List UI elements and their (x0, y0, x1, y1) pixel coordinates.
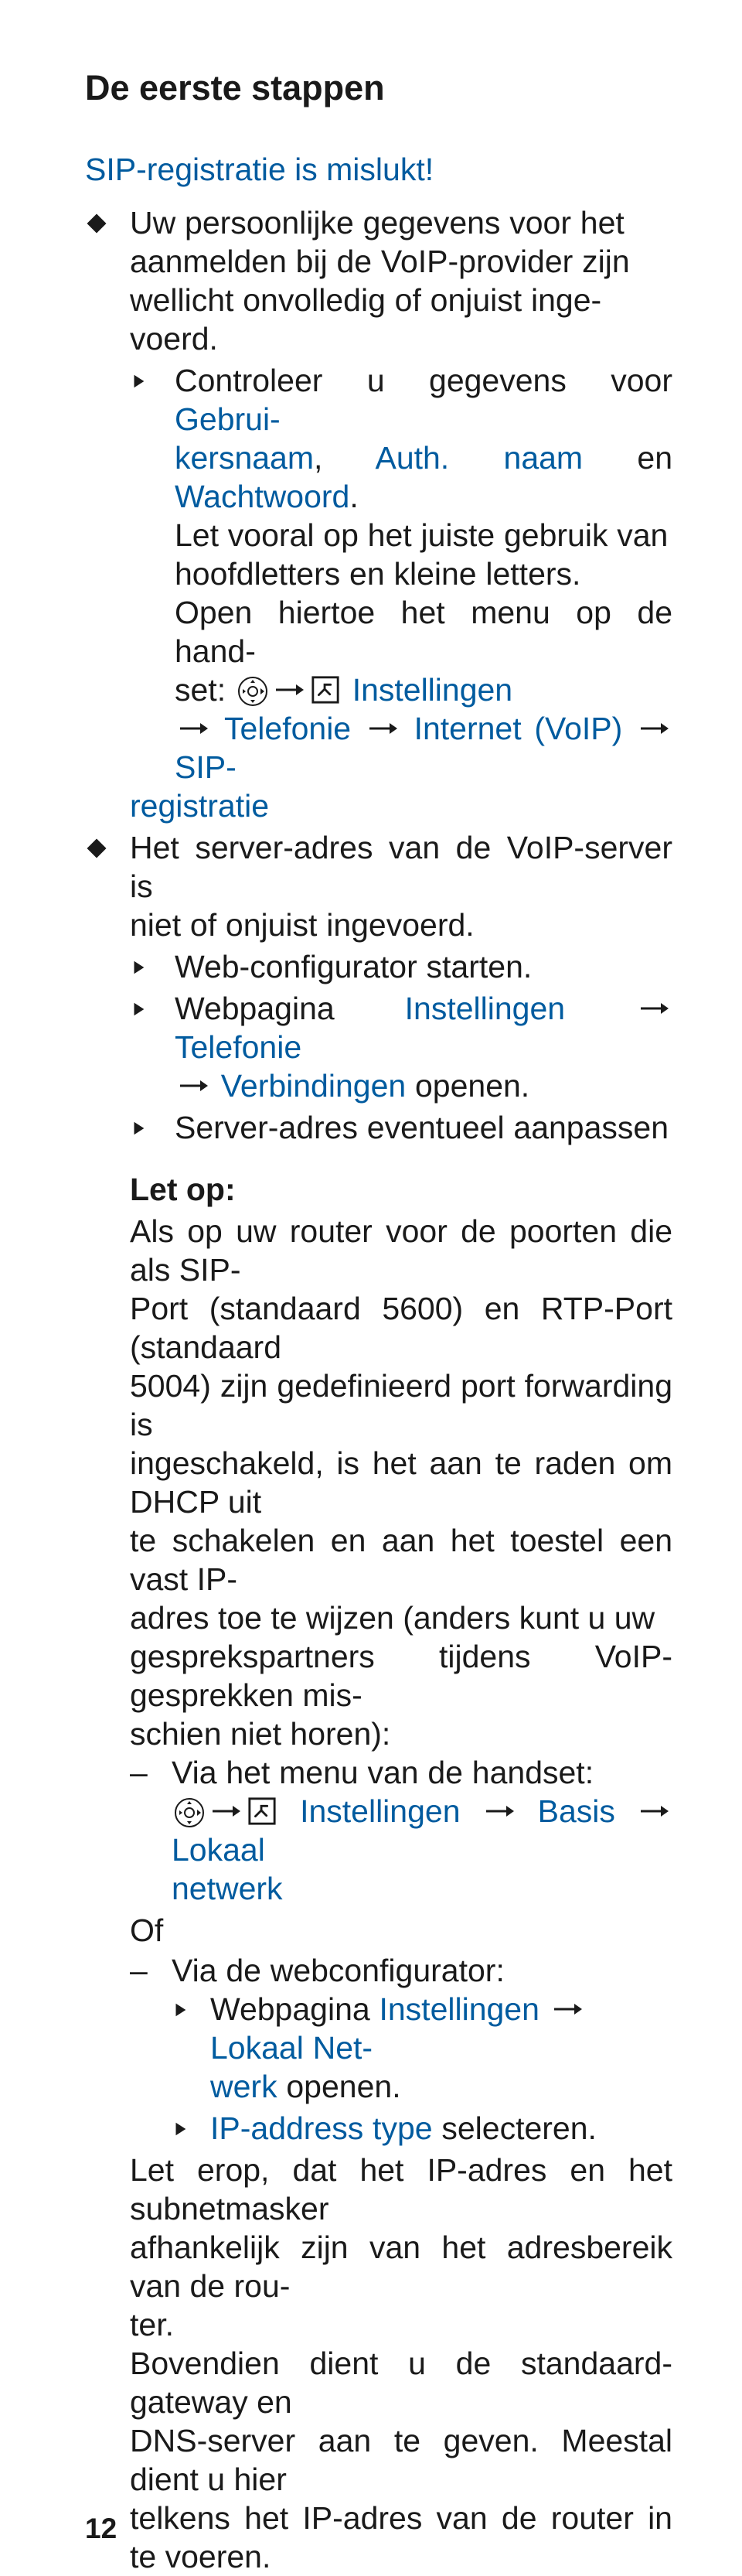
item-text: Uw persoonlijke gegevens voor het aanmel… (130, 203, 672, 358)
arrow-icon (175, 1068, 212, 1104)
notice-title: Let op: (130, 1170, 672, 1209)
arrow-icon (549, 1991, 586, 2027)
notice-text: Let erop, dat het IP-adres en het subnet… (130, 2151, 672, 2576)
sub-item: Controleer u gegevens voor Gebrui- kersn… (130, 361, 672, 825)
dpad-icon (172, 1793, 207, 1829)
section-title: SIP-registratie is mislukt! (85, 152, 672, 188)
or-label: Of (130, 1911, 672, 1950)
notice-text: Als op uw router voor de poorten die als… (130, 1212, 672, 1753)
arrow-icon (207, 1793, 244, 1829)
item-text: Instellingen Basis Lokaal netwerk (172, 1792, 672, 1908)
triangle-icon (172, 1990, 210, 2106)
triangle-icon (130, 1108, 175, 1147)
diamond-icon (85, 203, 130, 358)
dpad-icon (235, 672, 271, 708)
page-number: 12 (85, 2513, 117, 2545)
item-text: Web-configurator starten. (175, 947, 672, 986)
arrow-icon (364, 711, 401, 746)
item-text: Webpagina Instellingen Lokaal Net- werk … (210, 1990, 672, 2106)
bullet-item: Het server-adres van de VoIP-server is n… (85, 828, 672, 944)
content-list: Uw persoonlijke gegevens voor het aanmel… (85, 203, 672, 2576)
arrow-icon (635, 991, 672, 1026)
dash-item: – Via de webconfigurator: (130, 1951, 672, 1990)
item-text: Server-adres eventueel aanpassen (175, 1108, 672, 1147)
page-container: De eerste stappen SIP-registratie is mis… (0, 0, 742, 2576)
dash-item: – Via het menu van de handset: (130, 1753, 672, 1792)
settings-box-icon (244, 1793, 280, 1829)
triangle-icon (172, 2109, 210, 2148)
diamond-icon (85, 828, 130, 944)
page-heading: De eerste stappen (85, 66, 672, 111)
arrow-icon (481, 1793, 518, 1829)
item-text: Het server-adres van de VoIP-server is n… (130, 828, 672, 944)
dash-bullet: – (130, 1753, 172, 1792)
item-text: Via de webconfigurator: (172, 1951, 672, 1990)
triangle-icon (130, 361, 175, 825)
sub-item: Web-configurator starten. (130, 947, 672, 986)
arrow-icon (271, 672, 308, 708)
sub-item: Server-adres eventueel aanpassen (130, 1108, 672, 1147)
arrow-icon (635, 1793, 672, 1829)
triangle-icon (130, 989, 175, 1105)
sub-item: Webpagina Instellingen Telefonie Verbind… (130, 989, 672, 1105)
arrow-icon (635, 711, 672, 746)
triangle-icon (130, 947, 175, 986)
bullet-item: Uw persoonlijke gegevens voor het aanmel… (85, 203, 672, 358)
item-text: Controleer u gegevens voor Gebrui- kersn… (175, 361, 672, 825)
item-text: IP-address type selecteren. (210, 2109, 672, 2148)
item-text: Webpagina Instellingen Telefonie Verbind… (175, 989, 672, 1105)
item-text: Via het menu van de handset: (172, 1753, 672, 1792)
inner-sub-item: Webpagina Instellingen Lokaal Net- werk … (172, 1990, 672, 2106)
dash-bullet: – (130, 1951, 172, 1990)
settings-box-icon (308, 672, 343, 708)
inner-sub-item: IP-address type selecteren. (172, 2109, 672, 2148)
arrow-icon (175, 711, 212, 746)
